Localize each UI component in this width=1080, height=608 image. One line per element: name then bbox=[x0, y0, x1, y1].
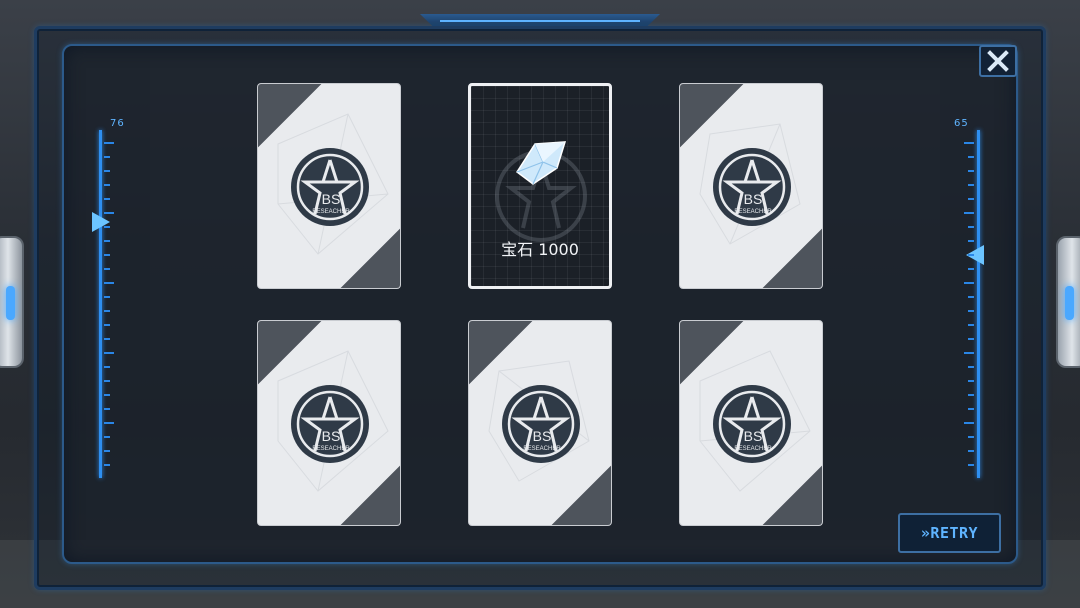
gauge-tick bbox=[104, 394, 110, 396]
card-back[interactable]: BS RESEACHER bbox=[257, 320, 401, 526]
bs-emblem-icon: BS RESEACHER bbox=[291, 385, 369, 463]
card-back[interactable]: BS RESEACHER bbox=[257, 83, 401, 289]
svg-text:BS: BS bbox=[744, 191, 763, 207]
gauge-tick bbox=[968, 394, 974, 396]
svg-text:RESEACHER: RESEACHER bbox=[734, 446, 772, 452]
gauge-tick bbox=[968, 296, 974, 298]
gauge-tick bbox=[104, 226, 110, 228]
gauge-tick bbox=[104, 324, 110, 326]
svg-text:RESEACHER: RESEACHER bbox=[312, 209, 350, 215]
gauge-tick bbox=[968, 254, 974, 256]
right-latch bbox=[1056, 236, 1080, 368]
gauge-tick bbox=[964, 282, 974, 284]
gauge-tick bbox=[964, 142, 974, 144]
gauge-tick bbox=[968, 198, 974, 200]
left-gauge: 76 bbox=[86, 118, 126, 486]
gauge-tick bbox=[968, 366, 974, 368]
gauge-tick bbox=[968, 436, 974, 438]
bs-emblem-icon: BS RESEACHER bbox=[502, 385, 580, 463]
gauge-tick bbox=[964, 352, 974, 354]
gauge-tick bbox=[104, 282, 114, 284]
svg-text:RESEACHER: RESEACHER bbox=[734, 209, 772, 215]
reward-amount: 1000 bbox=[538, 240, 579, 259]
bs-emblem-icon: BS RESEACHER bbox=[713, 385, 791, 463]
right-gauge: 65 bbox=[948, 118, 988, 486]
gauge-tick bbox=[104, 408, 110, 410]
gauge-tick bbox=[968, 450, 974, 452]
gauge-tick bbox=[104, 422, 114, 424]
reward-text: 宝石 1000 bbox=[471, 236, 609, 260]
retry-button[interactable]: »RETRY bbox=[898, 513, 1001, 553]
gauge-tick bbox=[968, 268, 974, 270]
gauge-tick bbox=[104, 184, 110, 186]
gauge-tick bbox=[104, 352, 114, 354]
card-back[interactable]: BS RESEACHER bbox=[679, 83, 823, 289]
card-revealed[interactable]: 宝石 1000 bbox=[468, 83, 612, 289]
gauge-tick bbox=[968, 156, 974, 158]
close-button[interactable] bbox=[979, 45, 1017, 77]
left-latch bbox=[0, 236, 24, 368]
gauge-tick bbox=[968, 324, 974, 326]
gauge-tick bbox=[104, 240, 110, 242]
gauge-tick bbox=[104, 436, 110, 438]
gauge-tick bbox=[104, 338, 110, 340]
svg-text:BS: BS bbox=[322, 428, 341, 444]
gauge-tick bbox=[104, 198, 110, 200]
gauge-tick bbox=[968, 338, 974, 340]
gauge-tick bbox=[968, 408, 974, 410]
reward-label: 宝石 bbox=[501, 240, 534, 259]
card-back[interactable]: BS RESEACHER bbox=[679, 320, 823, 526]
card-back[interactable]: BS RESEACHER bbox=[468, 320, 612, 526]
left-gauge-value: 76 bbox=[110, 118, 125, 129]
gauge-tick bbox=[968, 226, 974, 228]
gauge-tick bbox=[104, 296, 110, 298]
svg-text:RESEACHER: RESEACHER bbox=[523, 446, 561, 452]
bs-emblem-icon: BS RESEACHER bbox=[713, 148, 791, 226]
close-icon bbox=[987, 50, 1009, 72]
gauge-tick bbox=[104, 170, 110, 172]
gauge-tick bbox=[968, 464, 974, 466]
right-gauge-value: 65 bbox=[954, 118, 969, 129]
gauge-tick bbox=[104, 268, 110, 270]
svg-text:BS: BS bbox=[533, 428, 552, 444]
gauge-tick bbox=[104, 380, 110, 382]
gauge-tick bbox=[968, 170, 974, 172]
gauge-tick bbox=[104, 310, 110, 312]
gauge-tick bbox=[964, 422, 974, 424]
gauge-tick bbox=[104, 156, 110, 158]
gauge-tick bbox=[968, 240, 974, 242]
svg-text:RESEACHER: RESEACHER bbox=[312, 446, 350, 452]
gauge-tick bbox=[104, 464, 110, 466]
gauge-tick bbox=[964, 212, 974, 214]
gauge-tick bbox=[968, 380, 974, 382]
gauge-tick bbox=[104, 450, 110, 452]
bs-emblem-icon: BS RESEACHER bbox=[291, 148, 369, 226]
gauge-tick bbox=[104, 366, 110, 368]
left-gauge-marker bbox=[92, 212, 110, 232]
gauge-tick bbox=[104, 142, 114, 144]
gem-icon bbox=[515, 141, 567, 185]
svg-text:BS: BS bbox=[744, 428, 763, 444]
gauge-tick bbox=[104, 212, 114, 214]
gauge-tick bbox=[968, 184, 974, 186]
gauge-tick bbox=[968, 310, 974, 312]
gauge-tick bbox=[104, 254, 110, 256]
svg-text:BS: BS bbox=[322, 191, 341, 207]
